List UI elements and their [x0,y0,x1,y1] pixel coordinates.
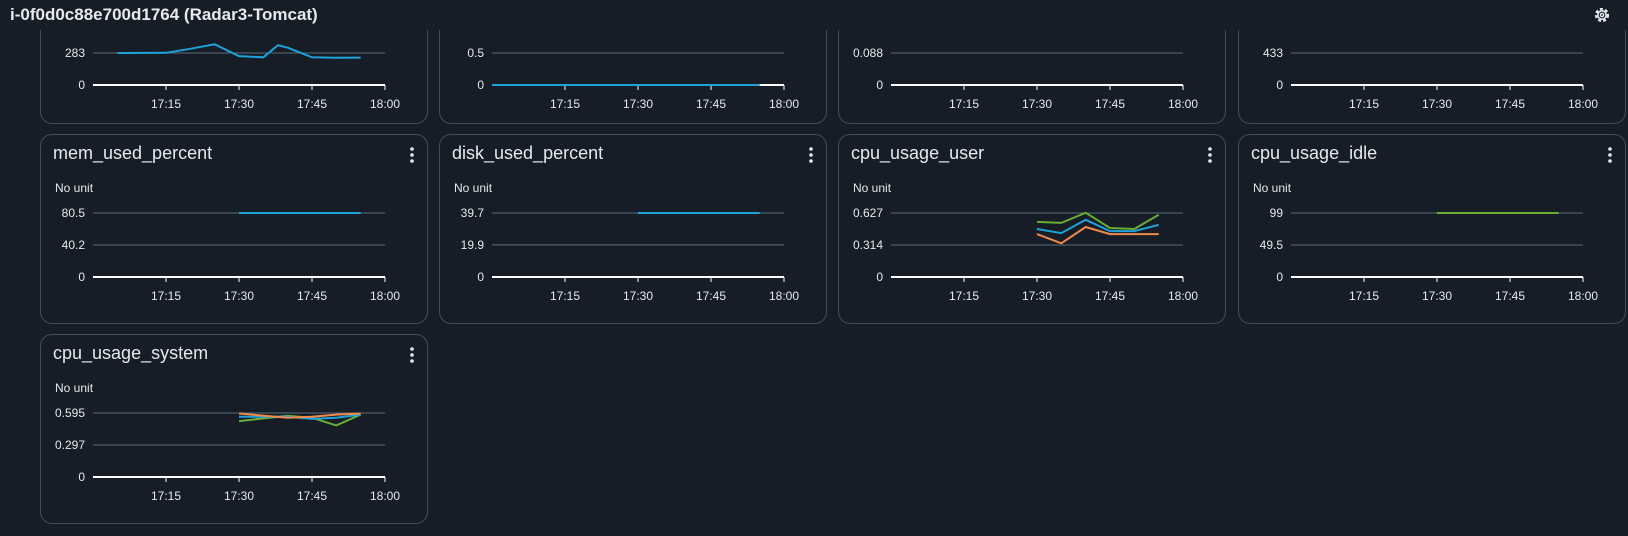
y-tick-label: 49.5 [1260,238,1284,252]
x-tick-label: 17:45 [1495,97,1525,111]
metric-chart: No unit 39.7 19.9 0 17:15 17:30 17:45 18:00 [454,181,799,303]
x-tick-label: 17:30 [1422,97,1452,111]
x-tick-label: 18:00 [1168,289,1198,303]
series-line [1036,211,1160,231]
x-tick-label: 17:45 [1095,97,1125,111]
x-tick-label: 18:00 [1568,97,1598,111]
page-title: i-0f0d0c88e700d1764 (Radar3-Tomcat) [10,5,318,24]
metric-chart: No unit 0.595 0.297 0 17:15 17:30 17:45 18:00 [55,381,400,503]
y-tick-label: 0.088 [853,46,883,60]
y-tick-label: 0.595 [55,406,85,420]
x-tick-label: 17:30 [224,489,254,503]
y-tick-label: 0 [1276,270,1283,284]
x-tick-label: 17:15 [949,97,979,111]
metric-chart: No unit 80.5 40.2 0 17:15 17:30 17:45 18:00 [55,181,400,303]
unit-label: No unit [454,181,493,195]
y-tick-label: 283 [65,46,85,60]
x-tick-label: 17:45 [696,289,726,303]
x-tick-label: 17:15 [949,289,979,303]
y-tick-label: 99 [1270,206,1284,220]
y-tick-label: 0 [477,270,484,284]
metric-chart: No unit 99 49.5 0 17:15 17:30 17:45 18:00 [1253,181,1598,303]
x-tick-label: 17:15 [151,97,181,111]
x-tick-label: 17:15 [151,489,181,503]
widget-grid: 283 0 17:15 17:30 17:45 18:00 0.5 0 17:15 17:30 1… [0,0,1628,536]
metric-card-cpu-usage-system: cpu_usage_system No unit 0.595 0.297 0 17:15… [40,334,428,524]
x-tick-label: 17:15 [550,97,580,111]
x-tick-label: 18:00 [370,489,400,503]
y-tick-label: 39.7 [461,206,485,220]
x-tick-label: 17:30 [1422,289,1452,303]
y-tick-label: 0 [78,78,85,92]
y-tick-label: 0 [78,470,85,484]
x-tick-label: 17:30 [1022,289,1052,303]
gear-icon[interactable] [1592,5,1612,25]
y-tick-label: 0 [1276,78,1283,92]
y-tick-label: 40.2 [62,238,86,252]
unit-label: No unit [853,181,892,195]
y-tick-label: 0.314 [853,238,883,252]
series-line [117,43,361,59]
x-tick-label: 17:30 [224,289,254,303]
y-tick-label: 80.5 [62,206,86,220]
x-tick-label: 17:15 [1349,97,1379,111]
y-tick-label: 0 [876,270,883,284]
x-tick-label: 17:45 [297,97,327,111]
metric-card-cpu-usage-idle: cpu_usage_idle No unit 99 49.5 0 17:15 17:30 1… [1238,134,1626,324]
y-tick-label: 0.5 [467,46,484,60]
y-tick-label: 0 [78,270,85,284]
x-tick-label: 17:45 [1095,289,1125,303]
y-tick-label: 0.297 [55,438,85,452]
x-tick-label: 17:45 [297,289,327,303]
metric-chart: No unit 0.627 0.314 0 17:15 17:30 17:45 18:00 [853,181,1198,303]
dashboard-header: i-0f0d0c88e700d1764 (Radar3-Tomcat) [0,0,1628,30]
x-tick-label: 17:30 [224,97,254,111]
metric-card-disk-used-percent: disk_used_percent No unit 39.7 19.9 0 17:15 1… [439,134,827,324]
metric-card-cpu-usage-user: cpu_usage_user No unit 0.627 0.314 0 17:15 17… [838,134,1226,324]
x-tick-label: 17:30 [1022,97,1052,111]
x-tick-label: 17:30 [623,97,653,111]
x-tick-label: 17:30 [623,289,653,303]
unit-label: No unit [55,181,94,195]
metric-card-mem-used-percent: mem_used_percent No unit 80.5 40.2 0 17:15 17… [40,134,428,324]
y-tick-label: 0 [477,78,484,92]
x-tick-label: 17:45 [297,489,327,503]
y-tick-label: 433 [1263,46,1283,60]
x-tick-label: 17:45 [696,97,726,111]
x-tick-label: 18:00 [1568,289,1598,303]
y-tick-label: 0 [876,78,883,92]
y-tick-label: 0.627 [853,206,883,220]
unit-label: No unit [55,381,94,395]
x-tick-label: 17:15 [1349,289,1379,303]
x-tick-label: 18:00 [769,289,799,303]
x-tick-label: 17:45 [1495,289,1525,303]
x-tick-label: 17:15 [550,289,580,303]
x-tick-label: 18:00 [769,97,799,111]
y-tick-label: 19.9 [461,238,485,252]
unit-label: No unit [1253,181,1292,195]
x-tick-label: 18:00 [370,289,400,303]
x-tick-label: 18:00 [370,97,400,111]
x-tick-label: 17:15 [151,289,181,303]
x-tick-label: 18:00 [1168,97,1198,111]
